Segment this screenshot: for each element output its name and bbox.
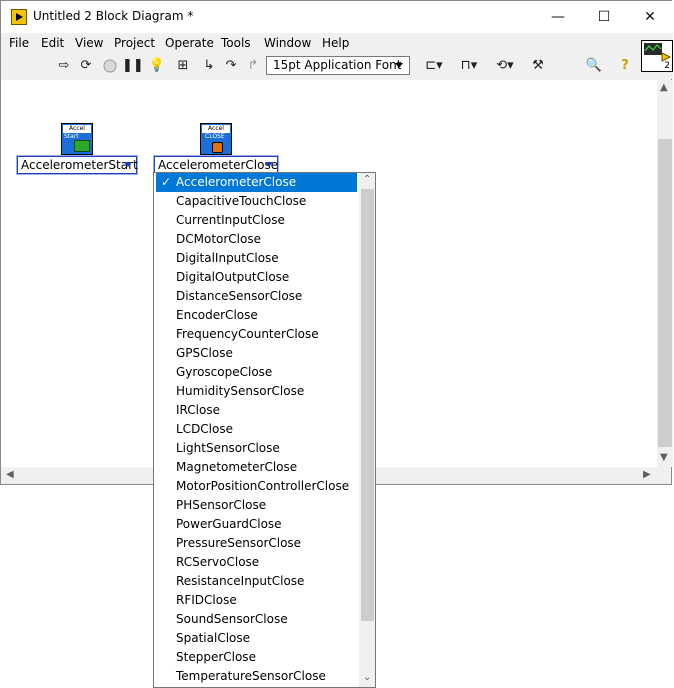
dropdown-item[interactable]: RFIDClose	[156, 591, 357, 610]
menu-edit[interactable]: Edit	[41, 36, 64, 50]
close-button[interactable]: ✕	[627, 1, 673, 33]
node-icon-header: Accel	[202, 125, 230, 133]
dropdown-item[interactable]: SpatialClose	[156, 629, 357, 648]
dropdown-item[interactable]: MotorPositionControllerClose	[156, 477, 357, 496]
retain-wire-values-icon[interactable]: ⊞	[174, 57, 192, 75]
accelerometer-start-ring[interactable]: AccelerometerStart	[17, 156, 138, 174]
lock-icon	[212, 142, 223, 153]
menu-project[interactable]: Project	[114, 36, 155, 50]
accelerometer-close-node-icon[interactable]: Accel CLOSE	[200, 123, 232, 155]
accelerometer-start-node-icon[interactable]: Accel Start	[61, 123, 93, 155]
dropdown-item[interactable]: SoundSensorClose	[156, 610, 357, 629]
dropdown-item[interactable]: CurrentInputClose	[156, 211, 357, 230]
scroll-right-arrow-icon[interactable]: ▶	[643, 469, 651, 480]
minimize-button[interactable]: —	[535, 1, 581, 33]
dropdown-item[interactable]: DistanceSensorClose	[156, 287, 357, 306]
dropdown-item[interactable]: EncoderClose	[156, 306, 357, 325]
maximize-button[interactable]: ☐	[581, 1, 627, 33]
dropdown-item-label: AccelerometerClose	[176, 175, 297, 189]
context-help-icon[interactable]: ?	[616, 57, 634, 75]
run-continuous-icon[interactable]: ⟳	[77, 57, 95, 75]
step-into-icon[interactable]: ↳	[200, 57, 218, 75]
dropdown-item[interactable]: PowerGuardClose	[156, 515, 357, 534]
scroll-down-arrow-icon[interactable]: ▼	[660, 452, 668, 463]
scroll-down-arrow-icon[interactable]: ⌄	[363, 672, 371, 683]
menu-operate[interactable]: Operate	[165, 36, 214, 50]
ring-dropdown-list[interactable]: ✓ AccelerometerClose CapacitiveTouchClos…	[153, 172, 376, 688]
ring-value: AccelerometerClose	[158, 158, 279, 172]
dropdown-item[interactable]: PHSensorClose	[156, 496, 357, 515]
node-icon-subtitle: Start	[64, 133, 79, 140]
clean-up-icon[interactable]: ⚒	[529, 57, 547, 75]
vi-icon[interactable]: 2	[641, 40, 673, 72]
dropdown-item[interactable]: LCDClose	[156, 420, 357, 439]
dropdown-item-selected[interactable]: ✓ AccelerometerClose	[156, 173, 357, 192]
dropdown-item[interactable]: DCMotorClose	[156, 230, 357, 249]
dropdown-item[interactable]: StepperClose	[156, 648, 357, 667]
search-icon[interactable]: 🔍	[585, 57, 603, 75]
labview-app-icon	[11, 9, 27, 25]
checkmark-icon: ✓	[161, 175, 172, 189]
chevron-down-icon	[395, 63, 403, 68]
dropdown-item[interactable]: HumiditySensorClose	[156, 382, 357, 401]
highlight-execution-icon[interactable]: 💡	[148, 57, 166, 75]
dropdown-item[interactable]: PressureSensorClose	[156, 534, 357, 553]
window-title: Untitled 2 Block Diagram *	[33, 9, 194, 23]
node-icon-subtitle: CLOSE	[205, 133, 225, 140]
dropdown-item[interactable]: TemperatureSensorClose	[156, 667, 357, 686]
vertical-scrollbar-thumb[interactable]	[658, 139, 672, 447]
dropdown-item[interactable]: GyroscopeClose	[156, 363, 357, 382]
dropdown-item[interactable]: LightSensorClose	[156, 439, 357, 458]
font-selector[interactable]: 15pt Application Font	[266, 56, 410, 75]
scroll-left-arrow-icon[interactable]: ◀	[6, 469, 14, 480]
step-out-icon[interactable]: ↱	[244, 57, 262, 75]
ring-value: AccelerometerStart	[21, 158, 138, 172]
toolbar: ⇨ ⟳ ❚❚ 💡 ⊞ ↳ ↷ ↱ 15pt Application Font ⊏…	[1, 54, 673, 79]
title-bar[interactable]: Untitled 2 Block Diagram * — ☐ ✕	[1, 1, 673, 33]
dropdown-item[interactable]: FrequencyCounterClose	[156, 325, 357, 344]
distribute-icon[interactable]: ⊓▾	[456, 57, 482, 75]
align-icon[interactable]: ⊏▾	[421, 57, 447, 75]
menu-view[interactable]: View	[75, 36, 103, 50]
dropdown-item[interactable]: DigitalInputClose	[156, 249, 357, 268]
dropdown-item[interactable]: RCServoClose	[156, 553, 357, 572]
scroll-up-arrow-icon[interactable]: ▲	[660, 82, 668, 93]
dropdown-scrollbar-thumb[interactable]	[361, 189, 374, 621]
font-selector-value: 15pt Application Font	[273, 58, 402, 72]
abort-icon[interactable]	[101, 57, 119, 75]
dropdown-item[interactable]: CapacitiveTouchClose	[156, 192, 357, 211]
run-arrow-icon[interactable]: ⇨	[55, 57, 73, 75]
menu-window[interactable]: Window	[264, 36, 311, 50]
chevron-down-icon	[124, 162, 132, 167]
dropdown-item[interactable]: IRClose	[156, 401, 357, 420]
dropdown-item[interactable]: DigitalOutputClose	[156, 268, 357, 287]
dropdown-item[interactable]: MagnetometerClose	[156, 458, 357, 477]
scroll-up-arrow-icon[interactable]: ⌃	[363, 174, 371, 185]
reorder-icon[interactable]: ⟲▾	[492, 57, 518, 75]
menu-file[interactable]: File	[9, 36, 29, 50]
menu-tools[interactable]: Tools	[221, 36, 251, 50]
vi-icon-number: 2	[664, 61, 670, 71]
chevron-down-icon	[265, 162, 273, 167]
step-over-icon[interactable]: ↷	[222, 57, 240, 75]
menu-bar: File Edit View Project Operate Tools Win…	[1, 33, 673, 53]
sensor-board-icon	[74, 140, 90, 152]
node-icon-header: Accel	[63, 125, 91, 133]
dropdown-item[interactable]: ResistanceInputClose	[156, 572, 357, 591]
pause-icon[interactable]: ❚❚	[122, 57, 144, 75]
dropdown-item[interactable]: GPSClose	[156, 344, 357, 363]
menu-help[interactable]: Help	[322, 36, 349, 50]
